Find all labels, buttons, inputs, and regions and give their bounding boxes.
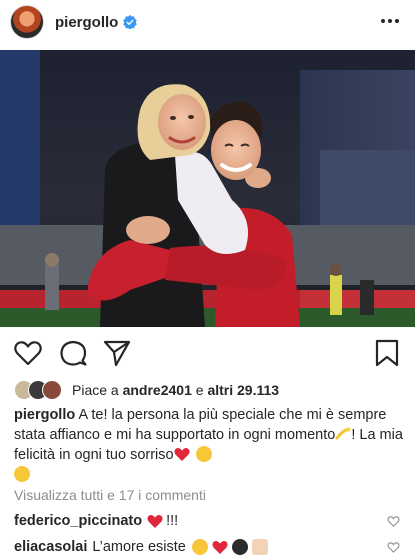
comment-row: eliacasolai L’amore esiste: [14, 536, 406, 558]
post-photo[interactable]: [0, 50, 415, 327]
comment-row: federico_piccinato !!!: [14, 510, 406, 532]
heart-eyes-emoji-icon: [191, 539, 208, 555]
post-header: piergollo: [0, 0, 415, 44]
relieved-emoji-icon: [14, 466, 30, 482]
liker-username[interactable]: andre2401: [123, 382, 192, 398]
verified-badge-icon: [123, 15, 138, 29]
bookmark-icon[interactable]: [372, 338, 402, 368]
post-caption: piergollo A te! la persona la più specia…: [14, 405, 406, 485]
view-all-comments-link[interactable]: Visualizza tutti e 17 i commenti: [14, 487, 206, 503]
red-heart-emoji-icon: [174, 448, 190, 461]
more-horizontal-icon[interactable]: [379, 13, 401, 29]
avatar[interactable]: [10, 5, 44, 39]
likes-and: e: [191, 382, 208, 398]
dizzy-emoji-icon: [335, 427, 352, 440]
likes-prefix: Piace a: [72, 382, 123, 398]
post-actions: [0, 330, 415, 376]
caption-username[interactable]: piergollo: [14, 407, 75, 423]
comment-username[interactable]: eliacasolai: [14, 539, 87, 555]
bomb-emoji-icon: [231, 539, 248, 555]
raising-hands-emoji-icon: [251, 539, 268, 555]
post-username[interactable]: piergollo: [55, 14, 118, 31]
likes-summary[interactable]: Piace a andre2401 e altri 29.113: [14, 378, 279, 402]
likes-count[interactable]: altri 29.113: [207, 382, 279, 398]
smiling-emoji-icon: [195, 446, 212, 462]
liker-avatar: [42, 380, 62, 400]
comment-emojis: [191, 539, 268, 555]
paper-plane-icon[interactable]: [102, 338, 132, 368]
stadium-couple-photo: [0, 50, 415, 327]
comment-username[interactable]: federico_piccinato: [14, 513, 142, 529]
comment-like-heart-icon[interactable]: [387, 515, 400, 527]
red-heart-emoji-icon: [212, 540, 228, 554]
comment-bubble-icon[interactable]: [58, 338, 88, 368]
red-heart-emoji-icon: [147, 514, 163, 528]
heart-outline-icon[interactable]: [13, 338, 43, 368]
comment-like-heart-icon[interactable]: [387, 541, 400, 553]
liker-avatars: [14, 380, 72, 400]
comment-text: !!!: [166, 513, 179, 529]
comment-text: L’amore esiste: [92, 539, 186, 555]
